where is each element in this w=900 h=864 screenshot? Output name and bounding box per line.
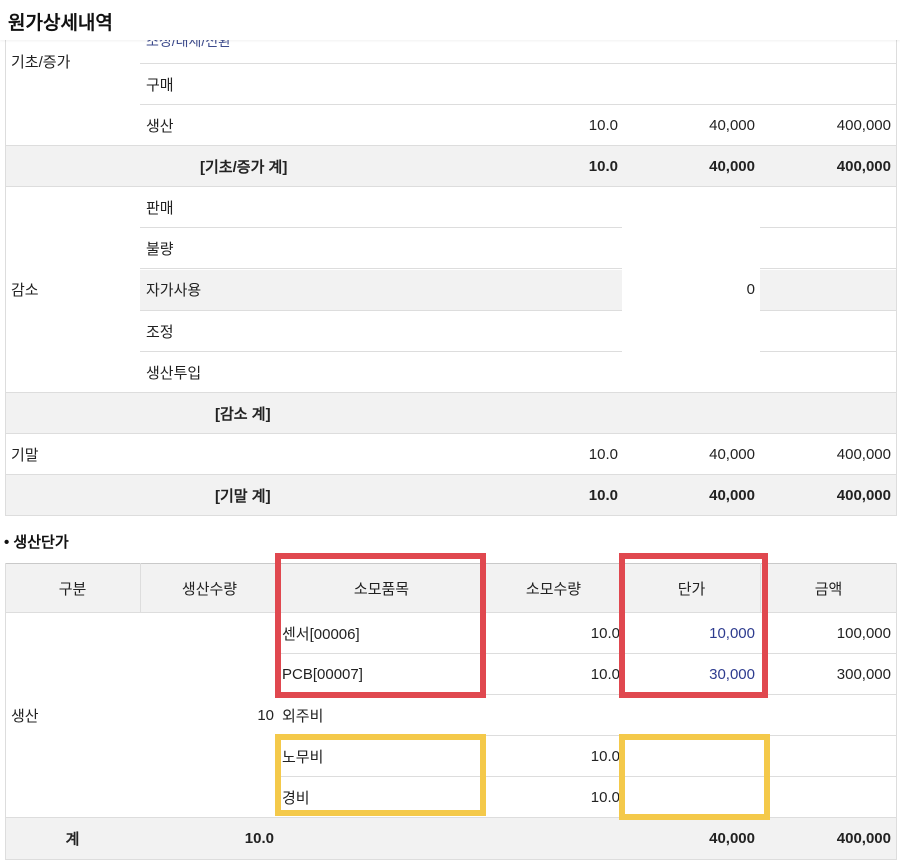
row-label-defect: 불량	[146, 240, 174, 258]
item-labor-qty: 10.0	[590, 747, 620, 765]
ending-total-amount: 400,000	[836, 486, 891, 504]
row-label-production: 생산	[146, 117, 174, 135]
row-label-adjust: 조정	[146, 323, 174, 341]
production-amount: 400,000	[836, 116, 891, 134]
basic-total-price: 40,000	[709, 157, 755, 175]
production-qty: 10.0	[588, 116, 618, 134]
decrease-total-label: [감소 계]	[215, 405, 271, 423]
total-amount: 400,000	[836, 830, 891, 847]
production-quantity: 10	[257, 706, 274, 724]
section-title-unit-cost: • 생산단가	[4, 534, 69, 551]
item-pcb-amount: 300,000	[836, 665, 891, 683]
row-line	[760, 310, 896, 311]
ending-total-price: 40,000	[709, 486, 755, 504]
type-production: 생산	[11, 707, 39, 725]
highlight-box-labor-expense	[275, 734, 486, 816]
col-header-type: 구분	[58, 580, 87, 598]
item-outsourcing: 외주비	[282, 707, 324, 725]
highlight-box-empty-price	[619, 734, 770, 820]
decrease-total-row-bg	[5, 393, 896, 434]
item-pcb-qty: 10.0	[590, 665, 620, 683]
table-border-right	[896, 563, 897, 860]
row-line	[5, 515, 896, 516]
basic-total-qty: 10.0	[588, 157, 618, 175]
page-header: 원가상세내역	[0, 0, 900, 40]
ending-amount: 400,000	[836, 445, 891, 463]
ending-qty: 10.0	[588, 445, 618, 463]
total-price: 40,000	[709, 830, 755, 847]
decrease-price: 0	[746, 281, 755, 298]
row-label-self-use: 자가사용	[146, 282, 202, 299]
row-line	[760, 351, 896, 352]
basic-total-label: [기초/증가 계]	[200, 158, 288, 176]
item-sensor-qty: 10.0	[590, 624, 620, 642]
total-label: 계	[65, 831, 80, 848]
total-prod-qty: 10.0	[244, 830, 274, 847]
group-label-ending: 기말	[11, 446, 39, 464]
col-header-consume-qty: 소모수량	[525, 580, 582, 598]
group-label-decrease: 감소	[11, 282, 39, 299]
basic-total-amount: 400,000	[836, 157, 891, 175]
highlight-box-items	[275, 553, 486, 698]
ending-total-qty: 10.0	[588, 486, 618, 504]
row-label-sales: 판매	[146, 199, 174, 217]
row-label-production-input: 생산투입	[146, 364, 202, 382]
ending-total-label: [기말 계]	[215, 487, 271, 505]
self-use-row-bg-right	[760, 270, 896, 310]
row-label-purchase: 구매	[146, 76, 174, 94]
row-line	[5, 859, 896, 860]
page-title: 원가상세내역	[8, 13, 113, 34]
row-line	[760, 268, 896, 269]
col-header-prod-qty: 생산수량	[181, 580, 238, 598]
row-line	[5, 392, 896, 393]
item-expense-qty: 10.0	[590, 788, 620, 806]
production-price: 40,000	[709, 116, 755, 134]
col-header-amount: 금액	[814, 580, 843, 598]
item-sensor-amount: 100,000	[836, 624, 891, 642]
highlight-box-prices	[619, 553, 768, 698]
ending-price: 40,000	[709, 445, 755, 463]
row-line	[760, 227, 896, 228]
group-label-basic: 기초/증가	[11, 53, 71, 71]
